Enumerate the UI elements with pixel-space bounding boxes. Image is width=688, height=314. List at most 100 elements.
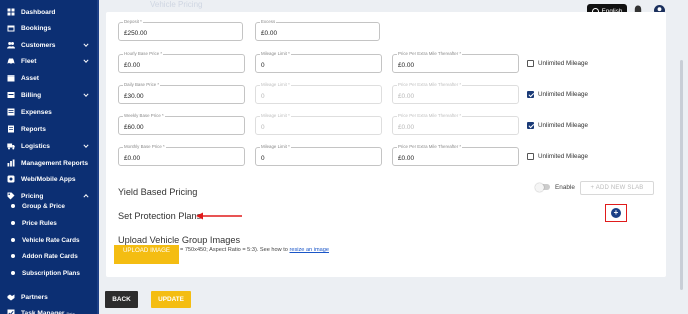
page-title: Vehicle Pricing — [150, 0, 203, 9]
sidebar-item-label: Expenses — [21, 108, 52, 116]
base-price-field[interactable]: Monthly Base Price * £0.00 — [118, 144, 245, 166]
update-button[interactable]: UPDATE — [151, 291, 191, 308]
sidebar-item-bookings[interactable]: Bookings — [0, 20, 99, 36]
sidebar-item-dashboard[interactable]: Dashboard — [0, 4, 99, 20]
truck-icon — [7, 142, 15, 150]
sidebar-subitem-label: Group & Price — [22, 202, 65, 210]
unlimited-mileage-checkbox[interactable] — [527, 60, 534, 67]
bullet-icon — [11, 254, 15, 258]
tasks-icon — [7, 309, 15, 314]
extra-mile-price-label: Price Per Extra Mile Thereafter * — [397, 144, 463, 150]
sidebar-item-billing[interactable]: Billing — [0, 87, 99, 103]
calendar-icon — [7, 24, 15, 32]
unlimited-mileage-label: Unlimited Mileage — [538, 91, 589, 98]
sidebar-item-label: Task Manager — [21, 309, 65, 314]
unlimited-mileage-label: Unlimited Mileage — [538, 153, 589, 160]
extra-mile-price-field[interactable]: Price Per Extra Mile Thereafter * £0.00 — [392, 113, 519, 135]
extra-mile-price-field[interactable]: Price Per Extra Mile Thereafter * £0.00 — [392, 51, 519, 73]
resize-image-link[interactable]: resize an image — [289, 247, 329, 253]
sidebar-subitem-price-rules[interactable]: Price Rules — [0, 215, 99, 231]
mileage-limit-label: Mileage Limit * — [260, 82, 291, 88]
bullet-icon — [11, 271, 15, 275]
red-arrow-annotation — [196, 212, 242, 220]
add-protection-plan-button[interactable]: + — [611, 208, 621, 218]
sidebar-item-label: Bookings — [21, 24, 52, 32]
base-price-label: Monthly Base Price * — [123, 144, 166, 150]
upload-note: = 750x450; Aspect Ratio = 5:3). See how … — [180, 247, 329, 253]
sidebar-item-logistics[interactable]: Logistics — [0, 138, 99, 154]
beta-badge: Beta — [66, 310, 75, 314]
base-price-value: £0.00 — [124, 62, 140, 69]
extra-mile-price-label: Price Per Extra Mile Thereafter * — [397, 51, 463, 57]
mileage-limit-label: Mileage Limit * — [260, 144, 291, 150]
upload-image-button[interactable]: UPLOAD IMAGE — [114, 245, 179, 264]
sidebar: Dashboard Bookings Customers Fleet Asset Bill… — [0, 0, 99, 314]
dashboard-icon — [7, 8, 15, 16]
extra-mile-price-value: £0.00 — [398, 93, 414, 100]
page-scrollbar[interactable] — [680, 60, 683, 290]
sidebar-item-web-mobile-apps[interactable]: Web/Mobile Apps — [0, 171, 99, 187]
protection-plans-title: Set Protection Plans — [118, 211, 202, 221]
mileage-limit-field[interactable]: Mileage Limit * 0 — [255, 51, 382, 73]
sidebar-item-label: Logistics — [21, 142, 50, 150]
excess-label: Excess — [260, 19, 277, 25]
sidebar-subitem-addon-rate-cards[interactable]: Addon Rate Cards — [0, 248, 99, 264]
sidebar-item-label: Billing — [21, 91, 42, 99]
expenses-icon — [7, 108, 15, 116]
bullet-icon — [11, 204, 15, 208]
base-price-value: £0.00 — [124, 155, 140, 162]
sidebar-item-expenses[interactable]: Expenses — [0, 104, 99, 120]
deposit-label: Deposit * — [123, 19, 143, 25]
base-price-value: £60.00 — [124, 124, 144, 131]
sidebar-item-label: Reports — [21, 125, 46, 133]
base-price-field[interactable]: Weekly Base Price * £60.00 — [118, 113, 245, 135]
sidebar-item-partners[interactable]: Partners — [0, 289, 99, 305]
mileage-limit-label: Mileage Limit * — [260, 51, 291, 57]
sidebar-item-management-reports[interactable]: Management Reports — [0, 155, 99, 171]
base-price-label: Weekly Base Price * — [123, 113, 165, 119]
extra-mile-price-value: £0.00 — [398, 155, 414, 162]
mileage-limit-field[interactable]: Mileage Limit * 0 — [255, 144, 382, 166]
add-new-slab-button[interactable]: + ADD NEW SLAB — [580, 181, 654, 195]
base-price-field[interactable]: Hourly Base Price * £0.00 — [118, 51, 245, 73]
extra-mile-price-field[interactable]: Price Per Extra Mile Thereafter * £0.00 — [392, 144, 519, 166]
unlimited-mileage-checkbox[interactable] — [527, 153, 534, 160]
sidebar-subitem-vehicle-rate-cards[interactable]: Vehicle Rate Cards — [0, 232, 99, 248]
mileage-limit-field[interactable]: Mileage Limit * 0 — [255, 113, 382, 135]
upload-note-text: = 750x450; Aspect Ratio = 5:3). See how … — [180, 247, 290, 253]
sidebar-item-label: Customers — [21, 41, 56, 49]
sidebar-item-reports[interactable]: Reports — [0, 121, 99, 137]
upload-images-title: Upload Vehicle Group Images — [118, 235, 241, 245]
sidebar-scrollbar[interactable] — [97, 0, 99, 314]
deposit-value: £250.00 — [124, 30, 148, 37]
back-button[interactable]: BACK — [105, 291, 138, 308]
excess-value: £0.00 — [261, 30, 277, 37]
mileage-limit-field[interactable]: Mileage Limit * 0 — [255, 82, 382, 104]
unlimited-mileage-checkbox[interactable] — [527, 91, 534, 98]
base-price-value: £30.00 — [124, 93, 144, 100]
sidebar-subitem-label: Subscription Plans — [22, 269, 80, 277]
excess-field[interactable]: Excess £0.00 — [255, 19, 380, 41]
sidebar-subitem-group-price[interactable]: Group & Price — [0, 198, 99, 214]
sidebar-item-asset[interactable]: Asset — [0, 70, 99, 86]
car-icon — [7, 57, 15, 65]
sidebar-item-label: Management Reports — [21, 159, 89, 167]
unlimited-mileage-label: Unlimited Mileage — [538, 60, 589, 67]
extra-mile-price-value: £0.00 — [398, 62, 414, 69]
reports-icon — [7, 125, 15, 133]
unlimited-mileage-label: Unlimited Mileage — [538, 122, 589, 129]
chevron-down-icon — [83, 93, 89, 97]
extra-mile-price-field[interactable]: Price Per Extra Mile Thereafter * £0.00 — [392, 82, 519, 104]
chevron-down-icon — [83, 144, 89, 148]
sidebar-subitem-subscription-plans[interactable]: Subscription Plans — [0, 265, 99, 281]
sidebar-item-task-manager[interactable]: Task Manager Beta — [0, 305, 99, 314]
unlimited-mileage-checkbox[interactable] — [527, 122, 534, 129]
yield-enable-toggle[interactable] — [535, 182, 550, 192]
deposit-field[interactable]: Deposit * £250.00 — [118, 19, 243, 41]
sidebar-item-label: Asset — [21, 74, 39, 82]
base-price-field[interactable]: Daily Base Price * £30.00 — [118, 82, 245, 104]
handshake-icon — [7, 293, 15, 301]
sidebar-item-fleet[interactable]: Fleet — [0, 53, 99, 69]
sidebar-item-customers[interactable]: Customers — [0, 37, 99, 53]
apps-icon — [7, 175, 15, 183]
